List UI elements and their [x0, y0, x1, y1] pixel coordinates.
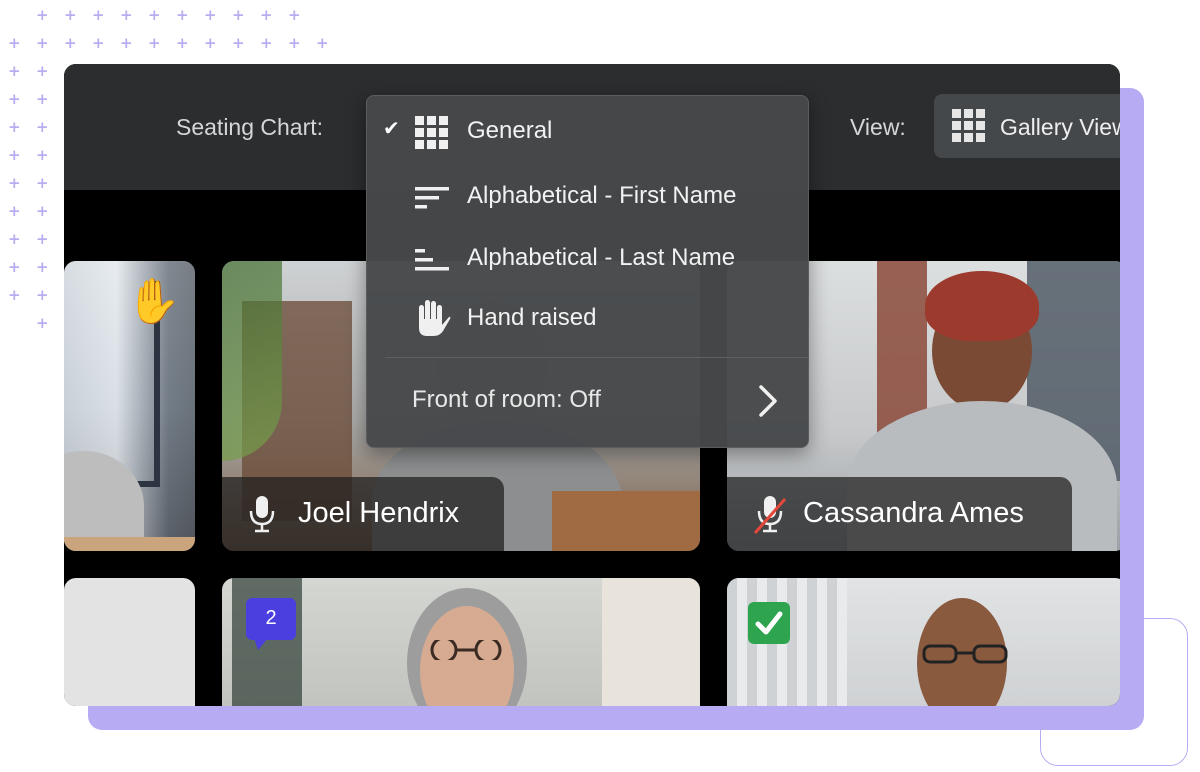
microphone-icon	[248, 495, 276, 541]
video-tile-man-glasses[interactable]	[727, 578, 1120, 706]
plus-dot: +	[36, 6, 49, 24]
plus-dot: +	[64, 6, 77, 24]
plus-dot: +	[288, 34, 301, 52]
plus-dot: +	[36, 286, 49, 304]
plus-dot: +	[36, 174, 49, 192]
plus-dot: +	[36, 202, 49, 220]
plus-dot: +	[148, 6, 161, 24]
check-badge	[748, 602, 790, 644]
plus-dot: +	[260, 34, 273, 52]
menu-item-general[interactable]: ✔ General	[367, 102, 808, 158]
plus-dot: +	[8, 174, 21, 192]
view-selector-button[interactable]: Gallery View	[934, 94, 1120, 158]
menu-item-label: Alphabetical - Last Name	[467, 244, 736, 271]
plus-dot: +	[8, 34, 21, 52]
plus-dot: +	[8, 90, 21, 108]
plus-dot: +	[8, 62, 21, 80]
plus-dot: +	[148, 34, 161, 52]
video-tile-woman-glasses[interactable]: 2	[222, 578, 700, 706]
chat-badge: 2	[246, 598, 296, 650]
checkmark-icon: ✔	[383, 118, 400, 140]
grid-icon	[415, 116, 449, 155]
sort-lines-icon	[415, 181, 449, 218]
view-value: Gallery View	[1000, 114, 1120, 140]
plus-dot: +	[8, 286, 21, 304]
participant-name-bar: Joel Hendrix	[222, 477, 504, 551]
participant-name: Cassandra Ames	[803, 497, 1024, 529]
plus-dot: +	[36, 34, 49, 52]
menu-item-label: Hand raised	[467, 304, 597, 331]
plus-dot: +	[176, 34, 189, 52]
plus-dot: +	[204, 34, 217, 52]
plus-dot: +	[204, 6, 217, 24]
plus-dot: +	[92, 6, 105, 24]
menu-divider	[385, 357, 808, 358]
menu-item-label: Alphabetical - First Name	[467, 182, 737, 209]
chat-count: 2	[265, 607, 277, 629]
plus-dot: +	[36, 258, 49, 276]
plus-dot: +	[64, 34, 77, 52]
raised-hand-badge: ✋	[126, 277, 181, 326]
participant-name: Joel Hendrix	[298, 497, 460, 529]
plus-dot: +	[260, 6, 273, 24]
front-of-room-label: Front of room: Off	[412, 386, 601, 413]
seating-chart-label: Seating Chart:	[176, 114, 324, 140]
menu-item-alpha-last[interactable]: Alphabetical - Last Name	[367, 229, 808, 285]
menu-item-alpha-first[interactable]: Alphabetical - First Name	[367, 167, 808, 223]
plus-dot: +	[120, 6, 133, 24]
plus-dot: +	[288, 6, 301, 24]
plus-dot: +	[8, 118, 21, 136]
muted-microphone-icon	[753, 495, 787, 543]
view-label: View:	[850, 114, 906, 140]
plus-dot: +	[36, 146, 49, 164]
sort-lines-short-icon	[415, 243, 449, 280]
plus-dot: +	[92, 34, 105, 52]
plus-dot: +	[8, 146, 21, 164]
plus-dot: +	[36, 62, 49, 80]
plus-dot: +	[36, 118, 49, 136]
plus-dot: +	[36, 90, 49, 108]
plus-dot: +	[316, 34, 329, 52]
plus-dot: +	[8, 202, 21, 220]
participant-name-bar: Cassandra Ames	[727, 477, 1072, 551]
menu-item-label: General	[467, 117, 553, 144]
grid-icon	[952, 109, 986, 148]
plus-dot: +	[36, 230, 49, 248]
plus-dot: +	[232, 6, 245, 24]
plus-dot: +	[36, 314, 49, 332]
video-tile-left-bottom-partial[interactable]	[64, 578, 195, 706]
video-tile-left-partial[interactable]: ✋	[64, 261, 195, 551]
seating-chart-menu: ✔ General Alphabetical - First Name Alph…	[366, 95, 809, 448]
menu-item-hand-raised[interactable]: Hand raised	[367, 289, 808, 345]
plus-dot: +	[8, 230, 21, 248]
plus-dot: +	[176, 6, 189, 24]
plus-dot: +	[120, 34, 133, 52]
hand-icon	[415, 300, 451, 342]
front-of-room-option[interactable]: Front of room: Off	[367, 371, 808, 431]
plus-dot: +	[232, 34, 245, 52]
plus-dot: +	[8, 258, 21, 276]
chevron-right-icon	[758, 385, 778, 422]
